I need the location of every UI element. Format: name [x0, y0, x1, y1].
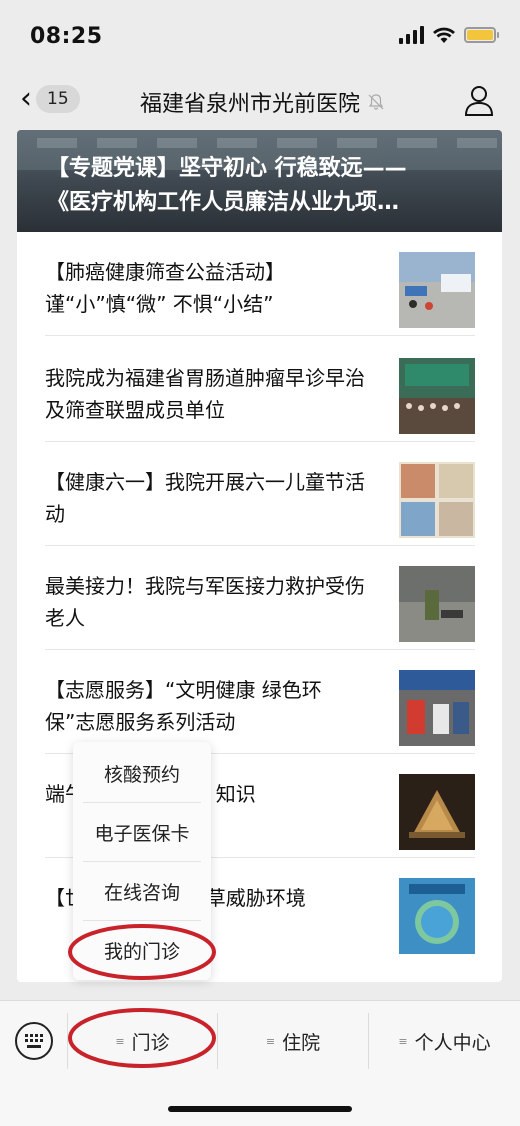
menu-tab-outpatient[interactable]: ≡ 门诊 — [68, 1013, 217, 1069]
article-title-suffix: 知识 — [215, 782, 256, 806]
profile-icon[interactable] — [464, 84, 494, 116]
status-bar: 08:25 — [0, 0, 520, 72]
back-button[interactable]: ‹ 15 — [20, 84, 80, 114]
menu-tab-personal-center[interactable]: ≡ 个人中心 — [369, 1013, 520, 1069]
article-title: 最美接力！我院与军医接力救护受伤老人 — [45, 574, 365, 630]
article-thumbnail — [399, 252, 475, 328]
chat-title-text: 福建省泉州市光前医院 — [140, 92, 361, 117]
menu-lines-icon: ≡ — [398, 1034, 407, 1048]
menu-tab-inpatient[interactable]: ≡ 住院 — [218, 1013, 368, 1069]
nav-bar: ‹ 15 福建省泉州市光前医院 — [0, 72, 520, 130]
article-thumbnail — [399, 774, 475, 850]
keyboard-icon[interactable] — [14, 1021, 54, 1061]
article-thumbnail — [399, 670, 475, 746]
banner-article[interactable]: 【专题党课】坚守初心 行稳致远—— 《医疗机构工作人员廉洁从业九项… — [17, 130, 502, 232]
menu-tab-label: 住院 — [282, 1031, 321, 1054]
battery-icon — [464, 27, 499, 43]
article-item[interactable]: 我院成为福建省胃肠道肿瘤早诊早治及筛查联盟成员单位 — [45, 338, 475, 442]
submenu-item-e-medical-card[interactable]: 电子医保卡 — [83, 803, 201, 862]
wifi-icon — [433, 27, 455, 43]
status-time: 08:25 — [30, 24, 103, 49]
article-title: 【肺癌健康筛查公益活动】谨“小”慎“微” 不惧“小结” — [45, 260, 285, 316]
article-title: 【志愿服务】“文明健康 绿色环保”志愿服务系列活动 — [45, 678, 322, 734]
unread-count-badge: 15 — [36, 85, 80, 113]
banner-title: 【专题党课】坚守初心 行稳致远—— 《医疗机构工作人员廉洁从业九项… — [47, 156, 407, 215]
menu-tab-label: 门诊 — [131, 1031, 170, 1054]
cellular-signal-icon — [399, 26, 424, 44]
menu-lines-icon: ≡ — [265, 1034, 275, 1048]
chat-title: 福建省泉州市光前医院 — [140, 86, 386, 118]
article-thumbnail — [399, 566, 475, 642]
article-thumbnail — [399, 462, 475, 538]
article-thumbnail — [399, 358, 475, 434]
submenu-item-my-outpatient[interactable]: 我的门诊 — [83, 921, 201, 980]
article-item[interactable]: 【志愿服务】“文明健康 绿色环保”志愿服务系列活动 — [45, 650, 475, 754]
article-item[interactable]: 【肺癌健康筛查公益活动】谨“小”慎“微” 不惧“小结” — [45, 232, 475, 336]
article-title: 【健康六一】我院开展六一儿童节活动 — [45, 470, 365, 526]
article-thumbnail — [399, 878, 475, 954]
outpatient-submenu: 核酸预约 电子医保卡 在线咨询 我的门诊 — [73, 742, 211, 980]
home-indicator — [168, 1106, 352, 1112]
chevron-left-icon: ‹ — [20, 81, 32, 116]
article-item[interactable]: 最美接力！我院与军医接力救护受伤老人 — [45, 546, 475, 650]
menu-lines-icon: ≡ — [115, 1034, 124, 1048]
article-item[interactable]: 【健康六一】我院开展六一儿童节活动 — [45, 442, 475, 546]
submenu-item-nucleic-acid-booking[interactable]: 核酸预约 — [83, 744, 201, 803]
submenu-item-online-consult[interactable]: 在线咨询 — [83, 862, 201, 921]
article-title: 我院成为福建省胃肠道肿瘤早诊早治及筛查联盟成员单位 — [45, 366, 365, 422]
menu-tab-label: 个人中心 — [414, 1031, 491, 1054]
status-icons — [399, 26, 499, 44]
mute-bell-icon — [368, 94, 384, 110]
